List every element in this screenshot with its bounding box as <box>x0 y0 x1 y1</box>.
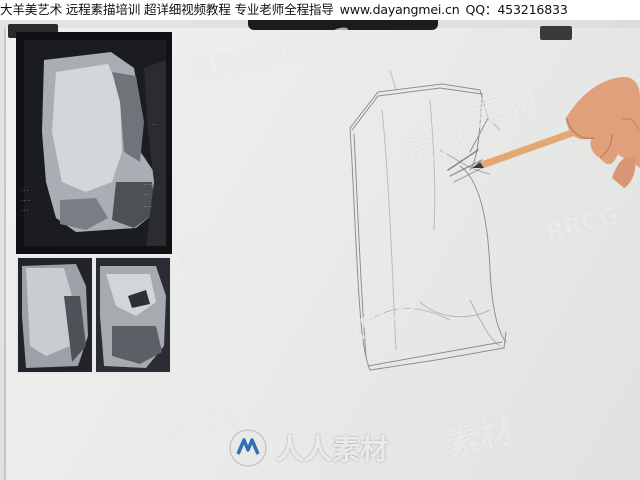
rrcg-logo-text: 人人素材 <box>276 433 389 466</box>
reference-photo-nose-cast: · · ·· ·· ·· ·· ·· · ·· ·· ·· · ·· ·· ·· · <box>16 32 172 254</box>
svg-text:·· ·: ·· · <box>144 192 151 198</box>
banner-course-title: 大羊美艺术 远程素描培训 超详细视频教程 专业老师全程指导 <box>0 2 334 17</box>
svg-text:·· ··: ·· ·· <box>22 198 30 204</box>
rrcg-logo: 人人素材 <box>228 426 388 470</box>
svg-text:· ·: · · <box>152 122 157 128</box>
rrcg-logo-icon <box>228 428 268 468</box>
artist-hand-with-pencil <box>462 58 640 198</box>
svg-text:·· ·: ·· · <box>22 208 29 214</box>
svg-text:·· ··: ·· ·· <box>144 182 152 188</box>
reference-photo-nose-views <box>16 256 172 374</box>
course-banner: 大羊美艺术 远程素描培训 超详细视频教程 专业老师全程指导 www.dayangm… <box>0 0 640 20</box>
board-clip-right <box>540 26 572 40</box>
svg-text:·· ··: ·· ·· <box>144 204 152 210</box>
svg-text:·· ··: ·· ·· <box>144 174 152 180</box>
drawing-board: · · ·· ·· ·· ·· ·· · ·· ·· ·· · ·· ·· ·· · <box>0 0 640 480</box>
banner-website: www.dayangmei.cn <box>339 2 460 17</box>
banner-qq: QQ：453216833 <box>465 2 568 17</box>
svg-text:·· ·: ·· · <box>22 188 29 194</box>
